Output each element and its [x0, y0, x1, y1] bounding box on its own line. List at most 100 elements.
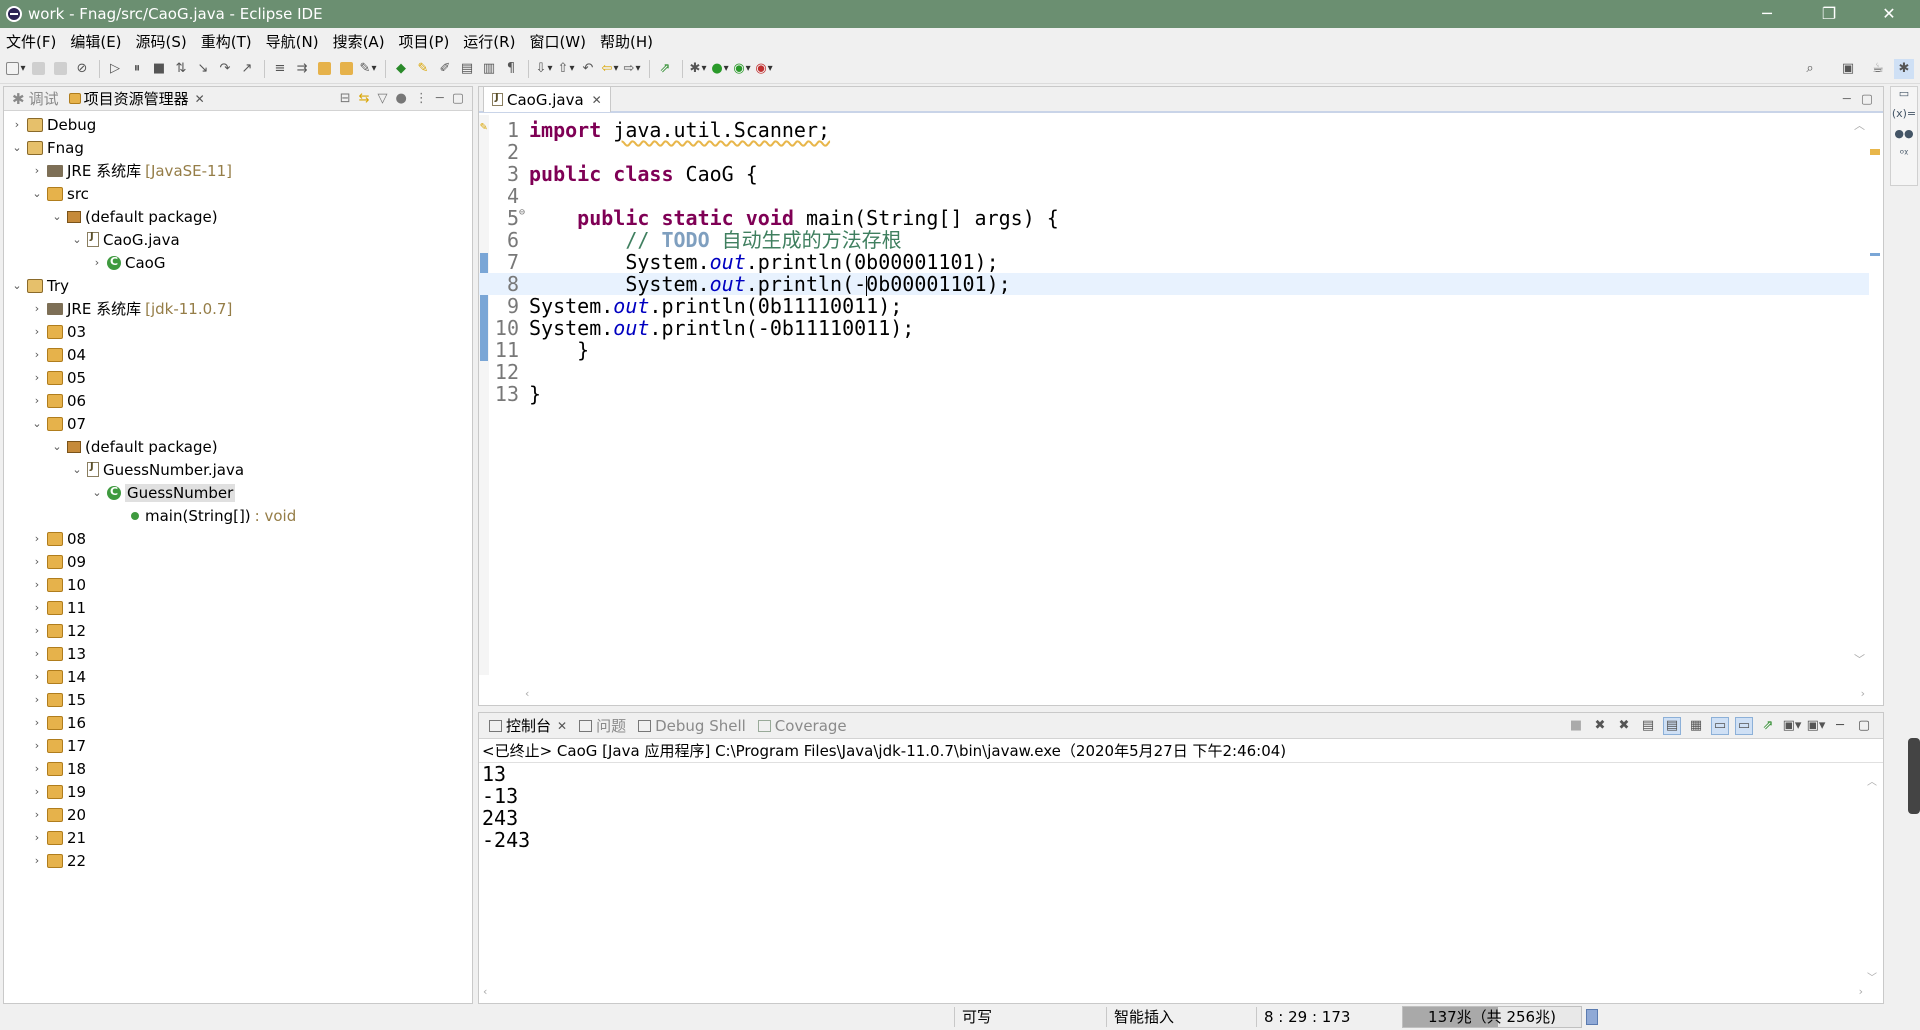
menu-search[interactable]: 搜索(A) — [333, 31, 385, 52]
collapse-all-icon[interactable]: ⊟ — [340, 91, 351, 106]
new-icon[interactable] — [6, 59, 26, 79]
minimize-view-icon[interactable]: ─ — [1843, 92, 1851, 107]
pin-editor-icon[interactable]: ⇗ — [655, 59, 675, 79]
tree-item[interactable]: ⌄ GuessNumber — [4, 481, 472, 504]
mark-occurrences-icon[interactable]: ✐ — [435, 59, 455, 79]
menu-window[interactable]: 窗口(W) — [529, 31, 586, 52]
coverage-icon[interactable]: ◉ — [732, 59, 752, 79]
highlight-icon[interactable]: ✎ — [413, 59, 433, 79]
expressions-icon[interactable]: ᵒᵡ — [1891, 147, 1917, 167]
last-edit-icon[interactable]: ↶ — [578, 59, 598, 79]
tree-item[interactable]: › 13 — [4, 642, 472, 665]
tree-item[interactable]: › 11 — [4, 596, 472, 619]
skip-breakpoints-icon[interactable]: ⊘ — [72, 59, 92, 79]
collapsed-arrow-icon[interactable]: › — [30, 532, 44, 545]
word-wrap-icon[interactable]: ▦ — [1687, 717, 1705, 735]
clear-console-icon[interactable]: ▤ — [1639, 717, 1657, 735]
collapsed-arrow-icon[interactable]: › — [30, 693, 44, 706]
code-line[interactable]: 12 — [479, 361, 1869, 383]
menu-navigate[interactable]: 导航(N) — [266, 31, 319, 52]
suspend-icon[interactable]: ⏸ — [127, 59, 147, 79]
expanded-arrow-icon[interactable]: ⌄ — [30, 187, 44, 200]
tab-debug-shell[interactable]: Debug Shell — [632, 713, 752, 739]
tree-item[interactable]: ⌄ (default package) — [4, 435, 472, 458]
tree-item[interactable]: › 08 — [4, 527, 472, 550]
menu-project[interactable]: 项目(P) — [399, 31, 450, 52]
minimize-view-icon[interactable]: ─ — [1831, 717, 1849, 735]
collapsed-arrow-icon[interactable]: › — [30, 302, 44, 315]
collapsed-arrow-icon[interactable]: › — [30, 785, 44, 798]
collapsed-arrow-icon[interactable]: › — [30, 325, 44, 338]
tree-item[interactable]: ⌄ CaoG.java — [4, 228, 472, 251]
tree-item[interactable]: › 10 — [4, 573, 472, 596]
tree-item[interactable]: › JRE 系统库 [jdk-11.0.7] — [4, 297, 472, 320]
tree-item[interactable]: › 17 — [4, 734, 472, 757]
disconnect-icon[interactable]: ⇅ — [171, 59, 191, 79]
tree-item[interactable]: › 03 — [4, 320, 472, 343]
expanded-arrow-icon[interactable]: ⌄ — [70, 233, 84, 246]
tree-item[interactable]: › 14 — [4, 665, 472, 688]
code-line[interactable]: 2 — [479, 141, 1869, 163]
tree-item[interactable]: ⌄ (default package) — [4, 205, 472, 228]
code-line[interactable]: 4 — [479, 185, 1869, 207]
prev-annotation-icon[interactable]: ⇧ — [556, 59, 576, 79]
view-menu-icon[interactable]: ⋮ — [415, 91, 428, 106]
collapsed-arrow-icon[interactable]: › — [30, 739, 44, 752]
debug-perspective-icon[interactable]: ✱ — [1894, 58, 1914, 79]
collapsed-arrow-icon[interactable]: › — [30, 670, 44, 683]
next-annotation-icon[interactable]: ⇩ — [534, 59, 554, 79]
tree-item[interactable]: › 19 — [4, 780, 472, 803]
tab-problems[interactable]: 问题 — [573, 713, 632, 739]
tree-item[interactable]: › 12 — [4, 619, 472, 642]
tree-item[interactable]: › 18 — [4, 757, 472, 780]
collapsed-arrow-icon[interactable]: › — [30, 831, 44, 844]
tree-item[interactable]: › 22 — [4, 849, 472, 872]
close-icon[interactable]: ✕ — [195, 92, 205, 106]
pin-console-icon[interactable]: ⇗ — [1759, 717, 1777, 735]
scroll-left-icon[interactable]: ‹ — [483, 985, 487, 998]
show-stderr-icon[interactable]: ▭ — [1735, 716, 1753, 735]
focus-icon[interactable]: ● — [396, 91, 407, 106]
link-editor-icon[interactable]: ⇆ — [359, 91, 370, 106]
expanded-arrow-icon[interactable]: ⌄ — [10, 141, 24, 154]
tree-item[interactable]: › JRE 系统库 [JavaSE-11] — [4, 159, 472, 182]
scroll-right-icon[interactable]: › — [1861, 687, 1865, 700]
expanded-arrow-icon[interactable]: ⌄ — [90, 486, 104, 499]
toggle-block-icon[interactable]: ▤ — [457, 59, 477, 79]
code-line[interactable]: 8 System.out.println(-0b00001101); — [479, 273, 1869, 296]
scroll-down-icon[interactable]: ﹀ — [1867, 969, 1877, 984]
menu-refactor[interactable]: 重构(T) — [201, 31, 252, 52]
tab-coverage[interactable]: Coverage — [752, 713, 853, 739]
back-icon[interactable]: ⇦ — [600, 59, 620, 79]
tree-item[interactable]: › 21 — [4, 826, 472, 849]
resume-icon[interactable]: ▷ — [105, 59, 125, 79]
search-icon[interactable]: ⌕ — [1800, 59, 1820, 79]
external-tools-icon[interactable]: ◉ — [754, 59, 774, 79]
code-line[interactable]: 10 System.out.println(-0b11110011); — [479, 317, 1869, 339]
step-return-icon[interactable]: ↗ — [237, 59, 257, 79]
forward-icon[interactable]: ⇨ — [622, 59, 642, 79]
collapsed-arrow-icon[interactable]: › — [30, 716, 44, 729]
tree-item[interactable]: › Debug — [4, 113, 472, 136]
garbage-collect-icon[interactable] — [1586, 1009, 1598, 1025]
remove-launch-icon[interactable]: ✖ — [1591, 717, 1609, 735]
maximize-view-icon[interactable]: ▢ — [452, 91, 464, 106]
close-icon[interactable]: ✕ — [592, 93, 602, 107]
tree-item[interactable]: › 04 — [4, 343, 472, 366]
display-console-icon[interactable]: ▣▾ — [1783, 717, 1802, 735]
remove-all-icon[interactable]: ✖ — [1615, 717, 1633, 735]
tree-item[interactable]: › 16 — [4, 711, 472, 734]
maximize-view-icon[interactable]: ▢ — [1855, 717, 1873, 735]
tree-item[interactable]: › 06 — [4, 389, 472, 412]
collapsed-arrow-icon[interactable]: › — [30, 164, 44, 177]
collapsed-arrow-icon[interactable]: › — [30, 762, 44, 775]
collapsed-arrow-icon[interactable]: › — [30, 348, 44, 361]
restore-icon[interactable]: ▭ — [1891, 87, 1917, 107]
variables-icon[interactable]: (x)= — [1891, 107, 1917, 127]
tree-item[interactable]: ⌄ Try — [4, 274, 472, 297]
scroll-down-icon[interactable]: ﹀ — [1854, 651, 1865, 667]
collapsed-arrow-icon[interactable]: › — [30, 624, 44, 637]
expanded-arrow-icon[interactable]: ⌄ — [10, 279, 24, 292]
collapsed-arrow-icon[interactable]: › — [30, 578, 44, 591]
minimize-button[interactable]: ─ — [1744, 0, 1790, 28]
